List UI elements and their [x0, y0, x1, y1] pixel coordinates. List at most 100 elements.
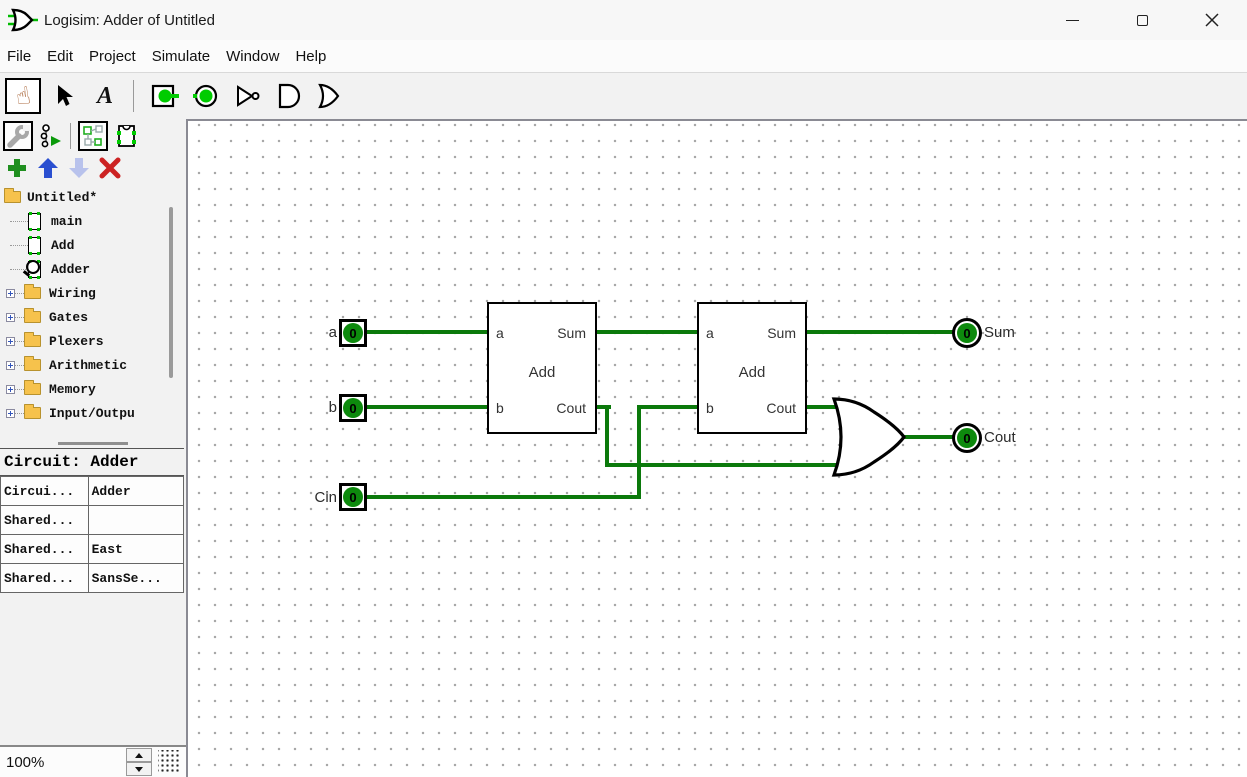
expand-icon[interactable]	[6, 361, 15, 370]
circuit-canvas[interactable]: a Sum b Cout Add a Sum b Cout Add a 0 b …	[186, 119, 1247, 777]
minimize-button[interactable]	[1037, 0, 1107, 40]
port-label-b: b	[706, 400, 714, 416]
input-pin-icon	[150, 83, 180, 109]
subcircuit-add-2[interactable]: a Sum b Cout Add	[697, 302, 807, 434]
plus-icon	[6, 157, 28, 179]
wire-cin-h[interactable]	[367, 495, 641, 499]
menu-edit[interactable]: Edit	[47, 48, 73, 65]
or-gate-tool-button[interactable]	[311, 78, 347, 114]
not-gate-tool-button[interactable]	[229, 78, 265, 114]
tree-item-arithmetic[interactable]: Arithmetic	[0, 353, 186, 377]
close-button[interactable]	[1177, 0, 1247, 40]
input-pin-cin[interactable]: 0	[339, 483, 367, 511]
tree-item-plexers[interactable]: Plexers	[0, 329, 186, 353]
menu-project[interactable]: Project	[89, 48, 136, 65]
wire-or-to-coutpin[interactable]	[902, 435, 954, 439]
subcircuit-add-1[interactable]: a Sum b Cout Add	[487, 302, 597, 434]
wire-sum1-to-add2a[interactable]	[595, 330, 697, 334]
expand-icon[interactable]	[6, 289, 15, 298]
attribute-table: Circui... Adder Shared... Shared... East…	[0, 476, 184, 593]
port-label-cout: Cout	[556, 400, 586, 416]
or-gate-icon	[315, 82, 343, 110]
text-tool-icon: A	[97, 83, 113, 110]
attribute-value[interactable]	[88, 506, 183, 535]
output-pin-cout[interactable]: 0	[952, 423, 982, 453]
tree-item-main[interactable]: main	[0, 209, 186, 233]
output-pin-tool-button[interactable]	[188, 78, 224, 114]
panel-splitter[interactable]	[0, 438, 186, 448]
menu-window[interactable]: Window	[226, 48, 279, 65]
cursor-arrow-icon	[53, 84, 75, 108]
close-icon	[1205, 13, 1219, 27]
view-simulation-button[interactable]	[36, 121, 66, 151]
tree-item-wiring[interactable]: Wiring	[0, 281, 186, 305]
port-label-cout: Cout	[766, 400, 796, 416]
input-pin-b[interactable]: 0	[339, 394, 367, 422]
edit-tool-button[interactable]	[46, 78, 82, 114]
wire-sum2-to-sumpin[interactable]	[807, 330, 954, 334]
wire-cin-to-add2b[interactable]	[637, 405, 699, 409]
tree-item-project[interactable]: Untitled*	[0, 185, 186, 209]
tree-guide	[15, 413, 24, 414]
simulation-tree-icon	[39, 124, 63, 148]
zoom-in-button[interactable]	[126, 748, 152, 762]
attribute-label: Circui...	[1, 477, 89, 506]
wire-a-to-add1[interactable]	[367, 330, 487, 334]
input-pin-tool-button[interactable]	[147, 78, 183, 114]
expand-icon[interactable]	[6, 313, 15, 322]
and-gate-tool-button[interactable]	[270, 78, 306, 114]
tree-scrollbar[interactable]	[169, 207, 173, 378]
move-circuit-up-button[interactable]	[34, 155, 62, 181]
pin-b-label: b	[329, 399, 337, 416]
tree-item-gates[interactable]: Gates	[0, 305, 186, 329]
view-toolbox-button[interactable]	[3, 121, 33, 151]
wire-cout1-v[interactable]	[605, 405, 609, 467]
project-toolbar	[0, 119, 186, 153]
add-circuit-button[interactable]	[3, 155, 31, 181]
expand-icon[interactable]	[6, 409, 15, 418]
menu-help[interactable]: Help	[295, 48, 326, 65]
attribute-value[interactable]: Adder	[88, 477, 183, 506]
tree-item-adder[interactable]: Adder	[0, 257, 186, 281]
folder-icon	[24, 407, 41, 419]
move-circuit-down-button[interactable]	[65, 155, 93, 181]
spinner-up-icon	[135, 753, 143, 758]
text-tool-button[interactable]: A	[87, 78, 123, 114]
attribute-row: Shared...	[1, 506, 184, 535]
zoom-out-button[interactable]	[126, 762, 152, 776]
tree-item-label: Plexers	[49, 334, 104, 349]
grid-toggle-button[interactable]	[158, 750, 180, 774]
attribute-value[interactable]: East	[88, 535, 183, 564]
input-pin-a[interactable]: 0	[339, 319, 367, 347]
menu-file[interactable]: File	[7, 48, 31, 65]
zoom-level-field[interactable]: 100%	[0, 754, 126, 771]
attribute-value[interactable]: SansSe...	[88, 564, 183, 593]
menu-simulate[interactable]: Simulate	[152, 48, 210, 65]
expand-icon[interactable]	[6, 337, 15, 346]
view-layout-button[interactable]	[78, 121, 108, 151]
menubar: File Edit Project Simulate Window Help	[0, 40, 1247, 73]
expand-icon[interactable]	[6, 385, 15, 394]
tree-item-label: Wiring	[49, 286, 96, 301]
remove-circuit-button[interactable]	[96, 155, 124, 181]
tree-item-memory[interactable]: Memory	[0, 377, 186, 401]
maximize-button[interactable]	[1107, 0, 1177, 40]
tree-item-input-output[interactable]: Input/Outpu	[0, 401, 186, 425]
poke-tool-button[interactable]: ☝	[5, 78, 41, 114]
tree-item-label: Gates	[49, 310, 88, 325]
wire-b-to-add1[interactable]	[367, 405, 487, 409]
zoom-spinner	[126, 748, 152, 776]
tree-item-label: Adder	[51, 262, 90, 277]
tree-guide	[10, 221, 28, 222]
port-label-sum: Sum	[557, 325, 586, 341]
wire-cin-v[interactable]	[637, 405, 641, 499]
folder-icon	[24, 335, 41, 347]
view-appearance-button[interactable]	[111, 121, 141, 151]
output-pin-sum[interactable]: 0	[952, 318, 982, 348]
explorer-panel: Untitled* main Add Adder	[0, 119, 186, 777]
tree-item-label: Arithmetic	[49, 358, 127, 373]
tree-item-add[interactable]: Add	[0, 233, 186, 257]
attribute-row: Shared... East	[1, 535, 184, 564]
or-gate[interactable]	[828, 394, 908, 480]
logisim-logo-icon	[8, 7, 38, 33]
